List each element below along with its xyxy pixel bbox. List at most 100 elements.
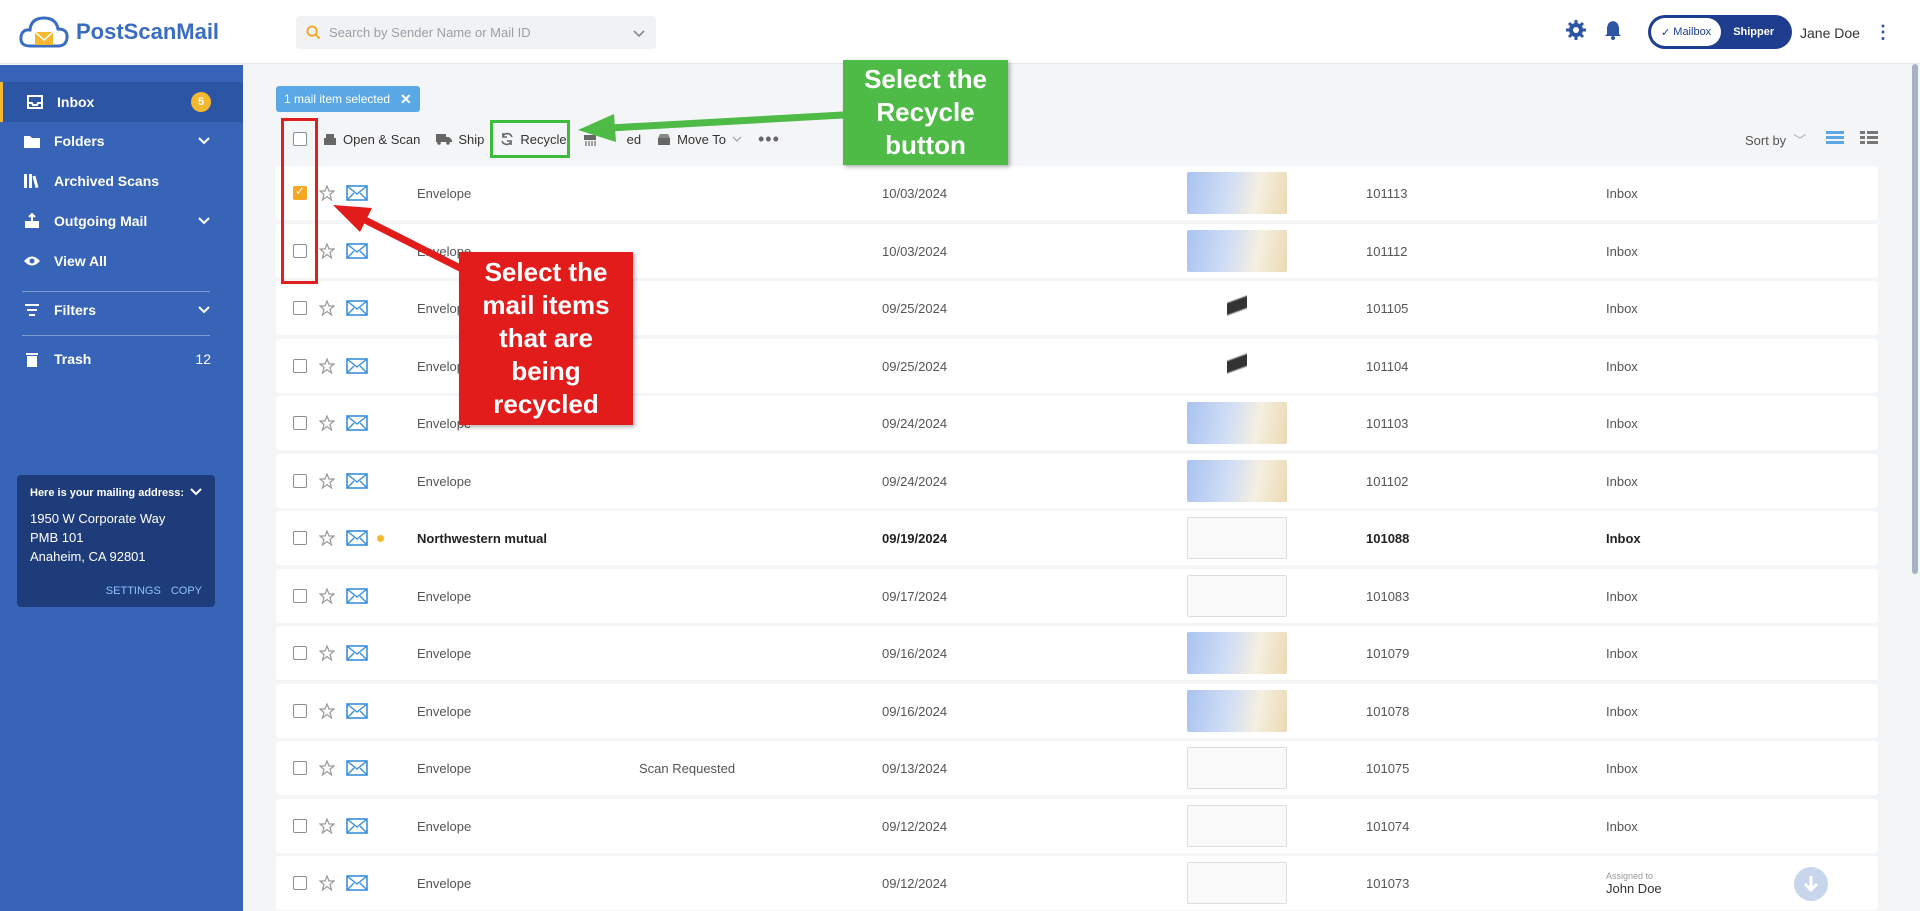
star-icon[interactable]: [319, 626, 335, 680]
star-icon[interactable]: [319, 396, 335, 450]
sidebar-item-outgoing-mail[interactable]: Outgoing Mail: [0, 201, 243, 241]
list-view-icon[interactable]: [1826, 130, 1844, 144]
row-checkbox[interactable]: [293, 704, 307, 718]
envelope-thumbnail[interactable]: [1187, 402, 1287, 444]
table-row[interactable]: Envelope 09/12/2024 101073 Assigned to John …: [276, 856, 1878, 910]
star-icon[interactable]: [319, 856, 335, 910]
sender-name: Envelope: [417, 588, 472, 604]
chevron-down-icon[interactable]: [197, 213, 211, 229]
envelope-thumbnail[interactable]: [1227, 287, 1247, 329]
sidebar-item-inbox[interactable]: Inbox 5: [0, 82, 243, 122]
row-checkbox[interactable]: [293, 416, 307, 430]
envelope-icon: [346, 454, 368, 508]
app-logo[interactable]: PostScanMail: [18, 12, 219, 52]
clear-selection-icon[interactable]: ✕: [400, 91, 412, 108]
sender-name: Northwestern mutual: [417, 530, 548, 546]
mail-folder: Inbox: [1606, 530, 1641, 546]
table-row[interactable]: Envelope 09/24/2024 101102 Inbox: [276, 454, 1878, 508]
row-checkbox[interactable]: [293, 646, 307, 660]
more-actions-icon[interactable]: •••: [758, 129, 780, 150]
envelope-thumbnail[interactable]: [1187, 460, 1287, 502]
more-vertical-icon[interactable]: ⋮: [1874, 22, 1892, 43]
shipper-toggle-option[interactable]: Shipper: [1733, 26, 1774, 38]
received-date: 09/16/2024: [882, 645, 948, 661]
table-row[interactable]: Envelope 10/03/2024 101113 Inbox: [276, 166, 1878, 220]
chevron-down-icon[interactable]: [632, 26, 646, 40]
shred-button[interactable]: ed: [583, 132, 641, 147]
star-icon[interactable]: [319, 281, 335, 335]
sidebar-item-view-all[interactable]: View All: [0, 241, 243, 281]
detail-view-icon[interactable]: [1860, 130, 1878, 144]
move-to-button[interactable]: Move To: [657, 132, 742, 147]
table-row[interactable]: Envelope 09/16/2024 101078 Inbox: [276, 684, 1878, 738]
row-checkbox[interactable]: [293, 819, 307, 833]
envelope-thumbnail[interactable]: [1187, 517, 1287, 559]
row-checkbox[interactable]: [293, 531, 307, 545]
mode-toggle[interactable]: ✓ Mailbox Shipper: [1648, 15, 1792, 49]
mailbox-toggle-option[interactable]: ✓ Mailbox: [1651, 18, 1722, 46]
ship-label: Ship: [458, 131, 485, 147]
ship-button[interactable]: Ship: [436, 132, 484, 147]
envelope-thumbnail[interactable]: [1187, 575, 1287, 617]
envelope-thumbnail[interactable]: [1187, 805, 1287, 847]
star-icon[interactable]: [319, 224, 335, 278]
address-copy-link[interactable]: COPY: [171, 585, 202, 597]
table-row[interactable]: Envelope 09/16/2024 101079 Inbox: [276, 626, 1878, 680]
open-scan-button[interactable]: Open & Scan: [323, 132, 420, 147]
row-checkbox[interactable]: [293, 359, 307, 373]
sidebar-item-folders[interactable]: Folders: [0, 121, 243, 161]
mail-status: Scan Requested: [639, 760, 736, 776]
chevron-down-icon[interactable]: [197, 133, 211, 149]
table-row[interactable]: Envelope 09/12/2024 101074 Inbox: [276, 799, 1878, 853]
chevron-down-icon[interactable]: [190, 487, 202, 499]
star-icon[interactable]: [319, 339, 335, 393]
table-row[interactable]: Envelope Scan Requested 09/13/2024 101075 In…: [276, 741, 1878, 795]
envelope-thumbnail[interactable]: [1187, 632, 1287, 674]
mail-id: 101088: [1366, 530, 1410, 546]
search-input[interactable]: Search by Sender Name or Mail ID: [329, 25, 632, 40]
envelope-thumbnail[interactable]: [1227, 345, 1247, 387]
table-row[interactable]: Envelope 09/17/2024 101083 Inbox: [276, 569, 1878, 623]
scroll-down-button[interactable]: [1794, 867, 1828, 901]
bell-icon[interactable]: [1604, 20, 1622, 40]
star-icon[interactable]: [319, 569, 335, 623]
address-settings-link[interactable]: SETTINGS: [106, 585, 161, 597]
star-icon[interactable]: [319, 454, 335, 508]
row-checkbox[interactable]: [293, 761, 307, 775]
received-date: 09/25/2024: [882, 300, 948, 316]
chevron-down-icon[interactable]: [197, 302, 211, 318]
vertical-scrollbar[interactable]: [1912, 64, 1918, 574]
selection-count-text: 1 mail item selected: [284, 92, 391, 106]
sidebar: Inbox 5 Folders Archived Scans Outgoing …: [0, 65, 243, 911]
sidebar-item-filters[interactable]: Filters: [0, 290, 243, 330]
user-menu[interactable]: Jane Doe ⋮: [1800, 22, 1892, 43]
row-checkbox[interactable]: [293, 301, 307, 315]
address-line-1: 1950 W Corporate Way: [30, 511, 166, 526]
star-icon[interactable]: [319, 511, 335, 565]
sort-by-dropdown[interactable]: Sort by ﹀: [1745, 130, 1806, 149]
folder-icon: [22, 134, 42, 149]
gear-icon[interactable]: [1566, 20, 1586, 40]
table-row[interactable]: Northwestern mutual 09/19/2024 101088 Inbox: [276, 511, 1878, 565]
star-icon[interactable]: [319, 741, 335, 795]
envelope-thumbnail[interactable]: [1187, 862, 1287, 904]
row-checkbox[interactable]: [293, 589, 307, 603]
received-date: 09/24/2024: [882, 473, 948, 489]
sender-name: Envelope: [417, 185, 472, 201]
assigned-user: John Doe: [1606, 880, 1662, 896]
mail-folder: Inbox: [1606, 818, 1638, 834]
search-bar[interactable]: Search by Sender Name or Mail ID: [296, 16, 656, 49]
envelope-thumbnail[interactable]: [1187, 230, 1287, 272]
row-checkbox[interactable]: [293, 876, 307, 890]
sidebar-item-archived-scans[interactable]: Archived Scans: [0, 161, 243, 201]
envelope-thumbnail[interactable]: [1187, 747, 1287, 789]
received-date: 09/16/2024: [882, 703, 948, 719]
star-icon[interactable]: [319, 166, 335, 220]
envelope-thumbnail[interactable]: [1187, 172, 1287, 214]
envelope-icon: [346, 741, 368, 795]
row-checkbox[interactable]: [293, 474, 307, 488]
star-icon[interactable]: [319, 684, 335, 738]
envelope-thumbnail[interactable]: [1187, 690, 1287, 732]
sidebar-item-trash[interactable]: Trash 12: [0, 339, 243, 379]
star-icon[interactable]: [319, 799, 335, 853]
